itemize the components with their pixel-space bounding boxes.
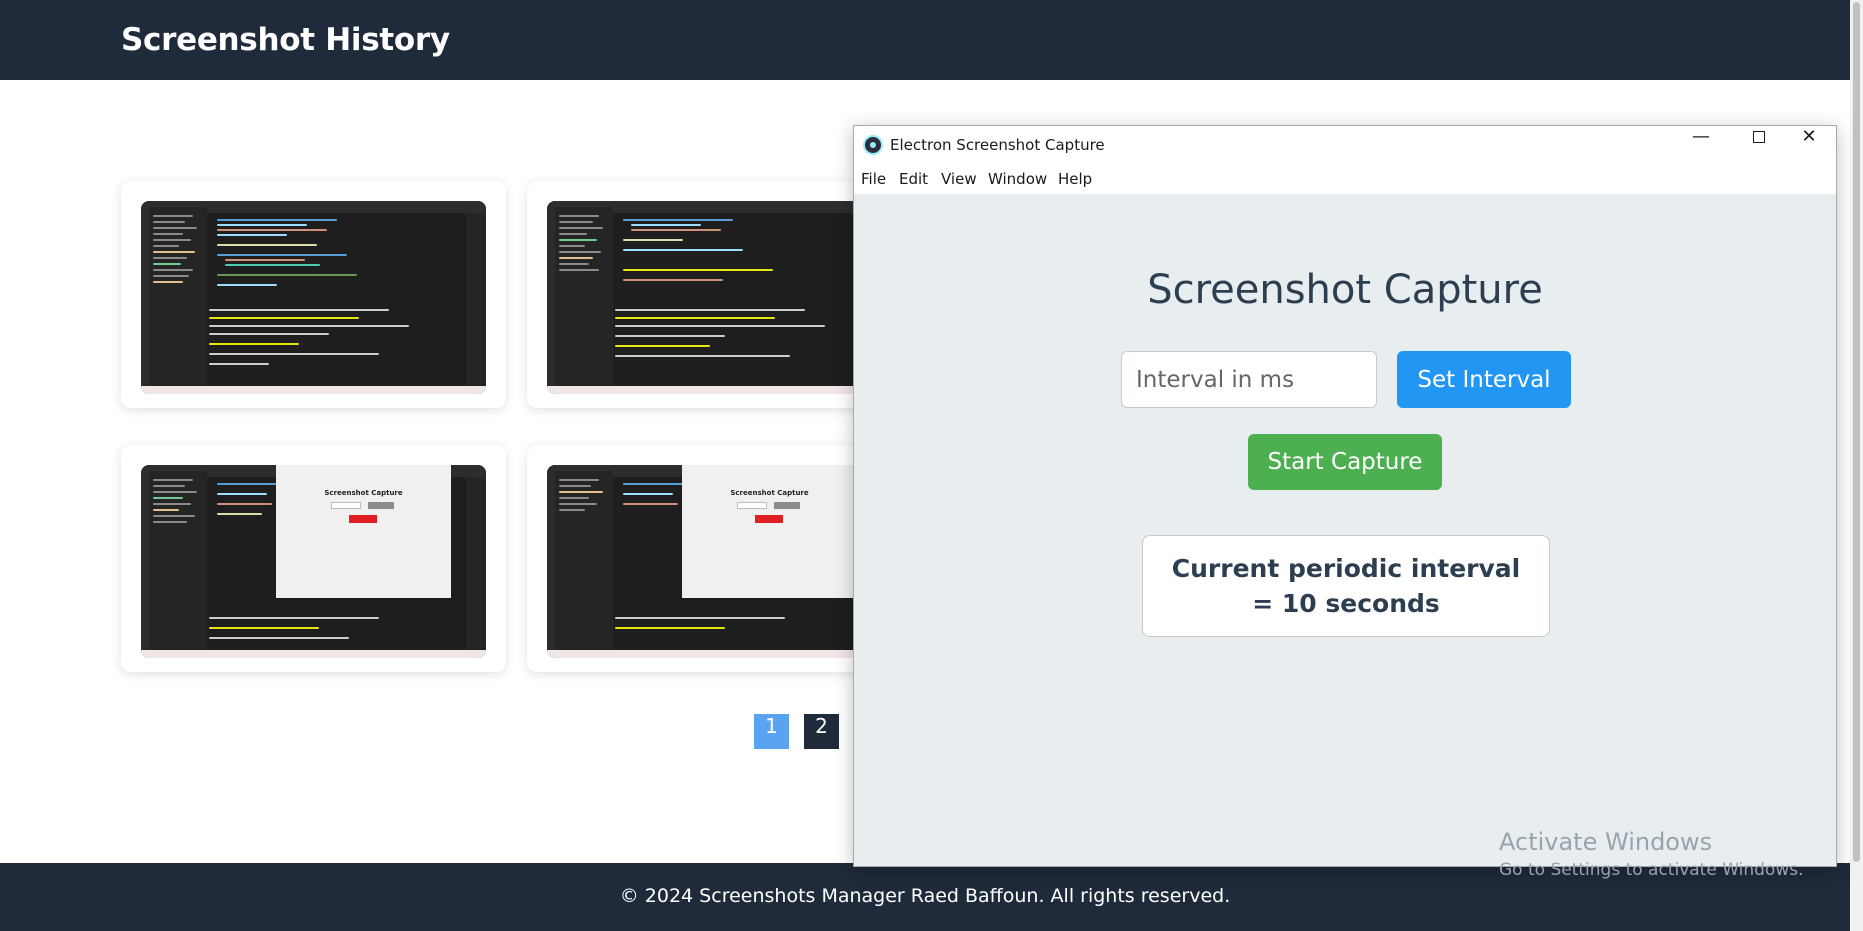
- menu-file[interactable]: File: [861, 170, 886, 188]
- scrollbar-thumb[interactable]: [1853, 2, 1860, 862]
- menu-view[interactable]: View: [941, 170, 977, 188]
- menu-edit[interactable]: Edit: [899, 170, 928, 188]
- start-capture-button[interactable]: Start Capture: [1248, 434, 1442, 490]
- close-icon: ✕: [1801, 126, 1817, 147]
- site-header: Screenshot History: [0, 0, 1850, 80]
- interval-input[interactable]: [1121, 351, 1377, 408]
- minimize-icon: —: [1692, 126, 1710, 147]
- windows-activation-watermark: Activate Windows Go to Settings to activ…: [1499, 828, 1804, 880]
- screenshot-thumbnail[interactable]: [547, 201, 892, 394]
- watermark-line-1: Activate Windows: [1499, 828, 1713, 856]
- mini-app-title: Screenshot Capture: [324, 489, 403, 497]
- page-scrollbar[interactable]: [1850, 0, 1863, 931]
- screenshot-thumbnail[interactable]: Screenshot Capture: [547, 465, 892, 658]
- screenshot-card: Screenshot Capture: [121, 445, 506, 672]
- menu-window[interactable]: Window: [988, 170, 1047, 188]
- window-titlebar[interactable]: Electron Screenshot Capture — ✕: [854, 126, 1836, 163]
- app-heading: Screenshot Capture: [1147, 267, 1543, 313]
- pagination-page-1[interactable]: 1: [754, 714, 789, 749]
- window-title: Electron Screenshot Capture: [890, 136, 1105, 154]
- mini-app-title: Screenshot Capture: [730, 489, 809, 497]
- pagination-page-2[interactable]: 2: [804, 714, 839, 749]
- footer-copyright: © 2024 Screenshots Manager Raed Baffoun.…: [619, 885, 1231, 907]
- screenshot-thumbnail[interactable]: [141, 201, 486, 394]
- site-title: Screenshot History: [121, 22, 450, 58]
- interval-status-text: Current periodic interval = 10 seconds: [1171, 554, 1521, 618]
- mini-app-window: Screenshot Capture: [682, 465, 857, 598]
- menu-bar: File Edit View Window Help: [854, 163, 1836, 194]
- mini-app-window: Screenshot Capture: [276, 465, 451, 598]
- menu-help[interactable]: Help: [1058, 170, 1092, 188]
- screenshot-card: [121, 181, 506, 408]
- minimize-button[interactable]: —: [1672, 126, 1730, 163]
- electron-app-window: Electron Screenshot Capture — ✕ File Edi…: [853, 125, 1837, 867]
- interval-status-box: Current periodic interval = 10 seconds: [1142, 535, 1550, 637]
- close-button[interactable]: ✕: [1780, 126, 1838, 163]
- screenshot-thumbnail[interactable]: Screenshot Capture: [141, 465, 486, 658]
- set-interval-button[interactable]: Set Interval: [1397, 351, 1571, 408]
- maximize-icon: [1753, 131, 1765, 143]
- watermark-line-2: Go to Settings to activate Windows.: [1499, 860, 1804, 880]
- electron-app-icon: [863, 135, 883, 155]
